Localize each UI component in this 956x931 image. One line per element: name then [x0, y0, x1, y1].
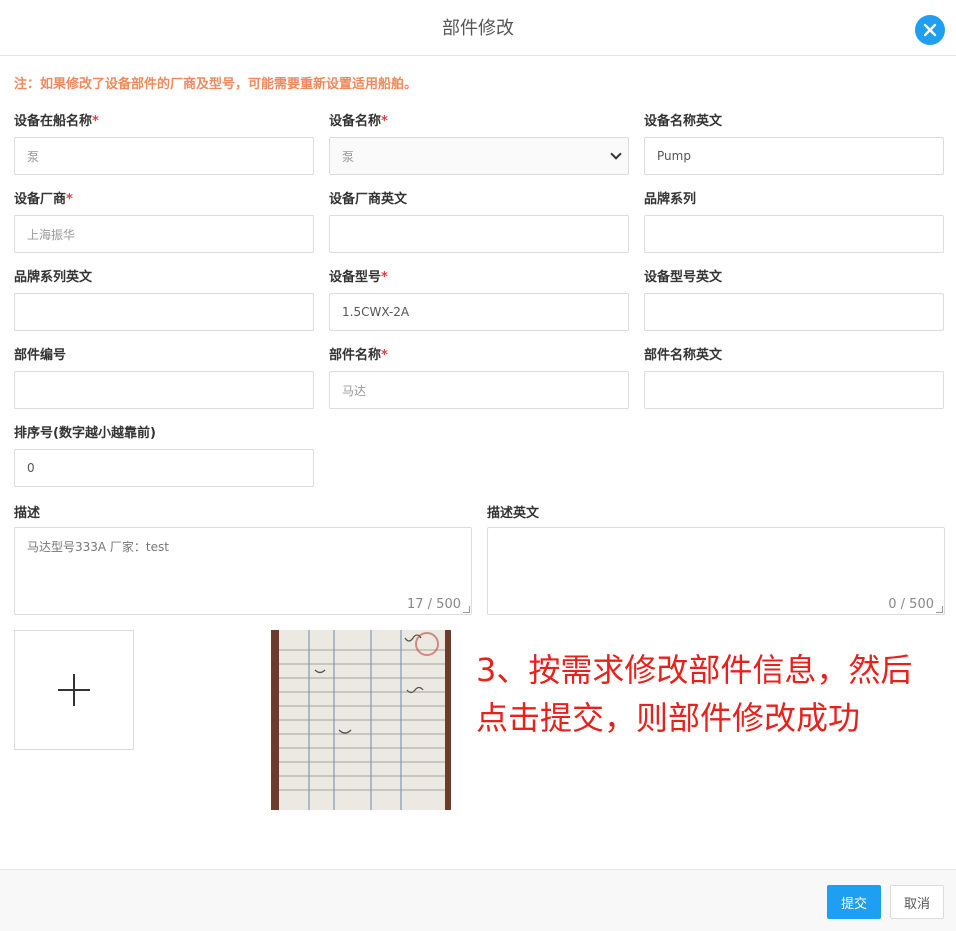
model-en-field: 设备型号英文 — [644, 269, 944, 331]
description-text: 马达型号333A 厂家：test — [27, 540, 169, 554]
required-mark: * — [381, 348, 388, 363]
uploaded-image-thumbnail[interactable] — [271, 630, 451, 810]
description-en-char-count: 0 / 500 — [888, 597, 934, 612]
warning-note: 注：如果修改了设备部件的厂商及型号，可能需要重新设置适用船舶。 — [14, 77, 418, 92]
manufacturer-input[interactable]: 上海振华 — [14, 215, 314, 253]
cancel-button[interactable]: 取消 — [890, 885, 944, 919]
sort-no-field: 排序号(数字越小越靠前) 0 — [14, 425, 314, 487]
description-en-field: 描述英文 0 / 500 — [487, 505, 945, 615]
device-name-en-label: 设备名称英文 — [644, 114, 723, 129]
model-label: 设备型号 — [329, 270, 382, 285]
required-mark: * — [381, 270, 388, 285]
close-button[interactable] — [915, 15, 945, 45]
device-name-select[interactable]: 泵 — [329, 137, 629, 175]
manufacturer-en-input[interactable] — [329, 215, 629, 253]
part-no-field: 部件编号 — [14, 347, 314, 409]
device-name-label: 设备名称 — [329, 114, 382, 129]
part-name-input[interactable]: 马达 — [329, 371, 629, 409]
submit-button[interactable]: 提交 — [827, 885, 881, 919]
brand-series-en-input[interactable] — [14, 293, 314, 331]
part-no-label: 部件编号 — [14, 348, 67, 363]
sort-no-input[interactable]: 0 — [14, 449, 314, 487]
description-textarea[interactable]: 马达型号333A 厂家：test 17 / 500 — [14, 527, 472, 615]
part-name-en-label: 部件名称英文 — [644, 348, 723, 363]
description-en-textarea[interactable]: 0 / 500 — [487, 527, 945, 615]
manufacturer-en-field: 设备厂商英文 — [329, 191, 629, 253]
document-lines-graphic — [279, 630, 445, 810]
manufacturer-field: 设备厂商* 上海振华 — [14, 191, 314, 253]
part-name-en-field: 部件名称英文 — [644, 347, 944, 409]
onboard-name-input[interactable]: 泵 — [14, 137, 314, 175]
device-name-select-value: 泵 — [342, 149, 355, 164]
close-icon — [923, 23, 937, 37]
part-name-en-input[interactable] — [644, 371, 944, 409]
device-name-field: 设备名称* 泵 — [329, 113, 629, 175]
brand-series-input[interactable] — [644, 215, 944, 253]
required-mark: * — [381, 114, 388, 129]
model-en-label: 设备型号英文 — [644, 270, 723, 285]
brand-series-field: 品牌系列 — [644, 191, 944, 253]
device-name-en-input[interactable]: Pump — [644, 137, 944, 175]
onboard-name-field: 设备在船名称* 泵 — [14, 113, 314, 175]
manufacturer-label: 设备厂商 — [14, 192, 67, 207]
dialog-footer: 提交 取消 — [0, 869, 956, 931]
resize-handle[interactable] — [936, 606, 943, 613]
document-photo — [279, 630, 445, 810]
manufacturer-en-label: 设备厂商英文 — [329, 192, 408, 207]
image-upload-button[interactable] — [14, 630, 134, 750]
part-name-label: 部件名称 — [329, 348, 382, 363]
description-label: 描述 — [14, 506, 41, 521]
part-name-field: 部件名称* 马达 — [329, 347, 629, 409]
instruction-line-2: 点击提交，则部件修改成功 — [476, 699, 861, 737]
model-field: 设备型号* 1.5CWX-2A — [329, 269, 629, 331]
part-no-input[interactable] — [14, 371, 314, 409]
resize-handle[interactable] — [463, 606, 470, 613]
model-en-input[interactable] — [644, 293, 944, 331]
model-input[interactable]: 1.5CWX-2A — [329, 293, 629, 331]
required-mark: * — [66, 192, 73, 207]
plus-icon — [58, 674, 90, 706]
brand-series-en-label: 品牌系列英文 — [14, 270, 93, 285]
description-en-label: 描述英文 — [487, 506, 540, 521]
chevron-down-icon — [610, 148, 622, 160]
dialog-title: 部件修改 — [442, 18, 514, 39]
dialog-header: 部件修改 — [0, 0, 956, 56]
onboard-name-label: 设备在船名称 — [14, 114, 93, 129]
sort-no-label: 排序号(数字越小越靠前) — [14, 426, 156, 441]
description-char-count: 17 / 500 — [407, 597, 461, 612]
brand-series-en-field: 品牌系列英文 — [14, 269, 314, 331]
red-stamp — [415, 632, 439, 656]
required-mark: * — [92, 114, 99, 129]
instruction-line-1: 3、按需求修改部件信息，然后 — [476, 651, 913, 689]
description-field: 描述 马达型号333A 厂家：test 17 / 500 — [14, 505, 472, 615]
device-name-en-field: 设备名称英文 Pump — [644, 113, 944, 175]
instruction-annotation: 3、按需求修改部件信息，然后 点击提交，则部件修改成功 — [476, 646, 956, 742]
brand-series-label: 品牌系列 — [644, 192, 697, 207]
